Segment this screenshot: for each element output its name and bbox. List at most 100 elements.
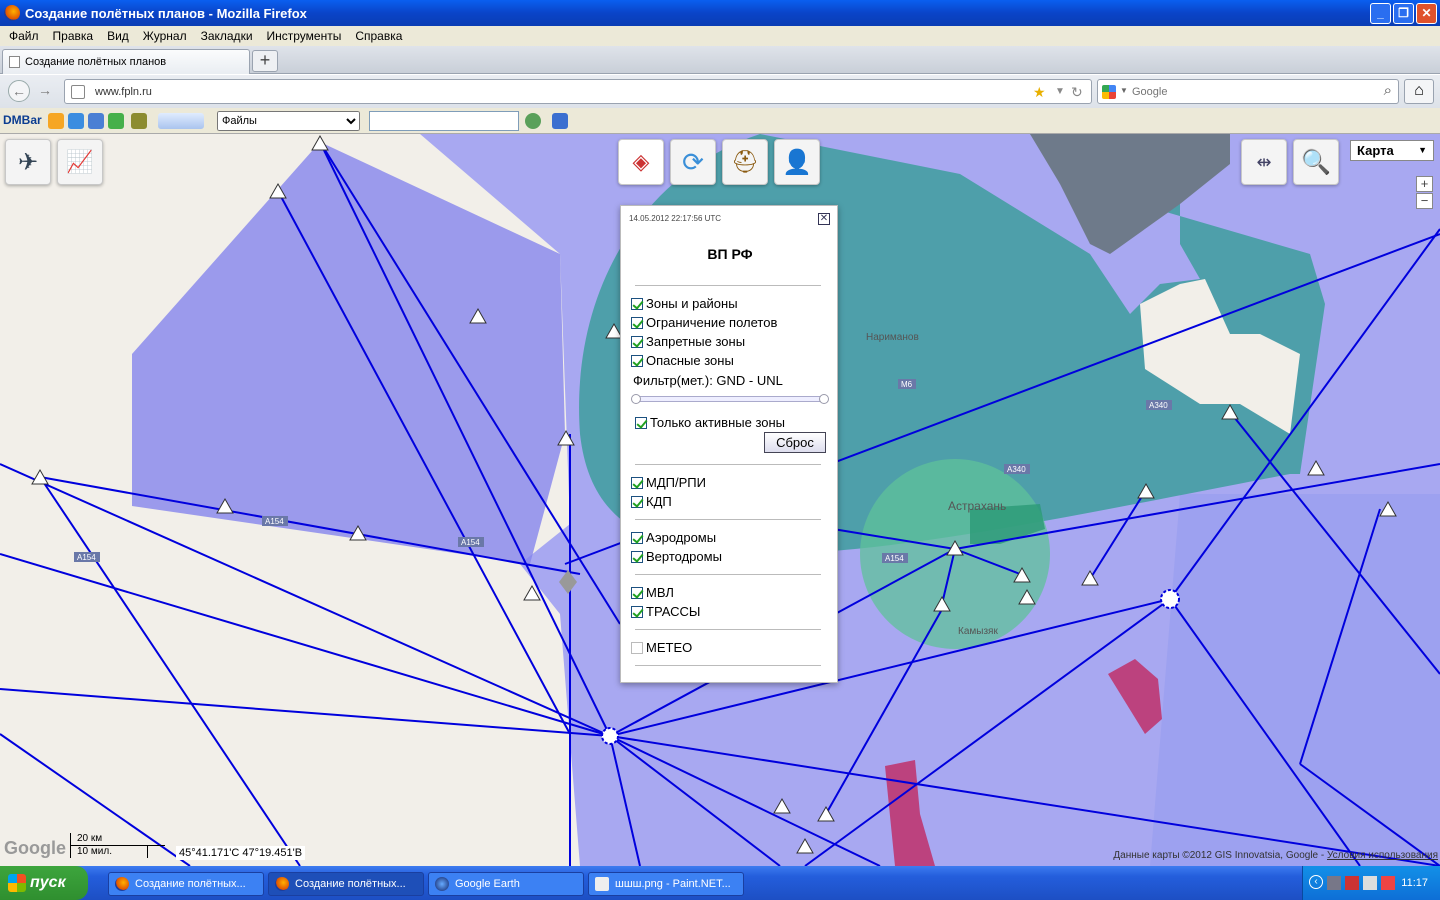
slider-max-handle[interactable] [819,394,829,404]
panel-close-icon[interactable]: ✕ [818,213,830,225]
user-button[interactable]: 👤 [774,139,820,185]
dmbar-logo[interactable]: DMBar [3,113,42,127]
task-firefox-1[interactable]: Создание полётных... [108,872,264,896]
airspace-layers-button[interactable]: ◈ [618,139,664,185]
checkbox[interactable] [631,586,643,599]
search-icon[interactable]: ⌕ [1384,82,1392,99]
layer-label: ТРАССЫ [646,604,701,619]
dmbar-search-input[interactable] [369,111,519,131]
layer-aerodromes[interactable]: Аэродромы [631,530,716,545]
tab-flight-plans[interactable]: Создание полётных планов [2,49,250,74]
checkbox[interactable] [631,476,643,489]
active-only-toggle[interactable]: Только активные зоны [635,415,785,430]
checkbox[interactable] [631,335,643,348]
layer-mdp-rpi[interactable]: МДП/РПИ [631,475,706,490]
firefox-icon [115,877,129,891]
dmbar-tools-icon[interactable] [131,113,147,129]
dmbar-globe-icon[interactable] [108,113,124,129]
tray-app-icon[interactable] [1363,876,1377,890]
checkbox[interactable] [635,416,647,429]
layer-airways[interactable]: ТРАССЫ [631,604,700,619]
tray-network-icon[interactable] [1327,876,1341,890]
layer-danger[interactable]: Опасные зоны [631,353,734,368]
layer-label: Аэродромы [646,530,717,545]
start-button[interactable]: пуск [0,866,88,900]
history-dropdown-icon[interactable]: ▼ [1055,86,1065,97]
reload-icon[interactable]: ↻ [1071,84,1083,101]
checkbox[interactable] [631,605,643,618]
site-identity-icon[interactable] [71,85,85,99]
dmbar-download-icon[interactable] [552,113,568,129]
back-button[interactable]: ← [8,80,30,102]
route-tool-button[interactable]: ✈ [5,139,51,185]
engine-dropdown-icon[interactable]: ▼ [1120,86,1128,95]
task-firefox-2[interactable]: Создание полётных... [268,872,424,896]
airspace-panel: 14.05.2012 22:17:56 UTC ✕ ВП РФ Зоны и р… [620,205,838,683]
tray-pdf-icon[interactable] [1345,876,1359,890]
chart-tool-button[interactable]: 📈 [57,139,103,185]
google-engine-icon[interactable] [1102,85,1116,99]
label-kamyzyak: Камызяк [958,626,998,637]
search-bar[interactable]: ▼ ⌕ [1097,79,1399,104]
new-tab-button[interactable]: + [252,50,278,72]
tray-security-icon[interactable] [1381,876,1395,890]
refresh-button[interactable]: ⟳ [670,139,716,185]
altitude-slider[interactable] [631,394,829,404]
search-input[interactable] [1132,83,1372,101]
checkbox[interactable] [631,297,643,310]
checkbox[interactable] [631,641,643,654]
menu-help[interactable]: Справка [348,29,409,43]
menu-file[interactable]: Файл [2,29,46,43]
files-select[interactable]: Файлы [217,111,360,131]
menu-view[interactable]: Вид [100,29,136,43]
close-button[interactable]: ✕ [1416,3,1437,24]
terms-link[interactable]: Условия использования [1327,850,1438,861]
checkbox[interactable] [631,354,643,367]
checkbox[interactable] [631,550,643,563]
tray-expand-icon[interactable]: ‹ [1309,875,1323,889]
layer-restrictions[interactable]: Ограничение полетов [631,315,777,330]
dmbar-windows-icon[interactable] [88,113,104,129]
map-type-select[interactable]: Карта ▼ [1350,140,1434,161]
forward-button[interactable]: → [34,80,56,102]
panel-timestamp: 14.05.2012 22:17:56 UTC [629,214,722,223]
zoom-search-button[interactable]: 🔍 [1293,139,1339,185]
dmbar-toolbar: DMBar Файлы [0,108,1440,134]
layer-zones[interactable]: Зоны и районы [631,296,738,311]
task-google-earth[interactable]: Google Earth [428,872,584,896]
navigation-bar: ← → ★ ▼ ↻ ▼ ⌕ ⌂ [0,75,1440,108]
layer-meteo[interactable]: МЕТЕО [631,640,692,655]
checkbox[interactable] [631,316,643,329]
dmbar-add-icon[interactable] [68,113,84,129]
layer-label: Вертодромы [646,549,722,564]
bookmark-star-icon[interactable]: ★ [1033,84,1046,101]
maximize-button[interactable]: ❐ [1393,3,1414,24]
layer-kdp[interactable]: КДП [631,494,672,509]
map-canvas[interactable]: Нариманов Астрахань Камызяк А154 А154 А1… [0,134,1440,866]
minimize-button[interactable]: _ [1370,3,1391,24]
pilot-button[interactable]: ⛑ [722,139,768,185]
zoom-out-button[interactable]: − [1416,193,1433,209]
zoom-in-button[interactable]: + [1416,176,1433,192]
url-bar[interactable]: ★ ▼ ↻ [64,79,1092,104]
reset-button[interactable]: Сброс [764,432,826,453]
menu-bookmarks[interactable]: Закладки [194,29,260,43]
layer-mvl[interactable]: МВЛ [631,585,674,600]
tab-label: Создание полётных планов [25,56,167,68]
menu-history[interactable]: Журнал [136,29,194,43]
menu-edit[interactable]: Правка [46,29,101,43]
dmbar-icon-1[interactable] [48,113,64,129]
task-paint-net[interactable]: шшш.png - Paint.NET... [588,872,744,896]
checkbox[interactable] [631,531,643,544]
menu-tools[interactable]: Инструменты [260,29,349,43]
home-button[interactable]: ⌂ [1404,79,1434,104]
url-input[interactable] [95,83,995,101]
layer-prohibited[interactable]: Запретные зоны [631,334,745,349]
slider-min-handle[interactable] [631,394,641,404]
dmbar-button[interactable] [158,113,204,129]
checkbox[interactable] [631,495,643,508]
window-titlebar: Создание полётных планов - Mozilla Firef… [0,0,1440,26]
measure-button[interactable]: ⇹ [1241,139,1287,185]
layer-heliports[interactable]: Вертодромы [631,549,722,564]
dmbar-go-icon[interactable] [525,113,541,129]
